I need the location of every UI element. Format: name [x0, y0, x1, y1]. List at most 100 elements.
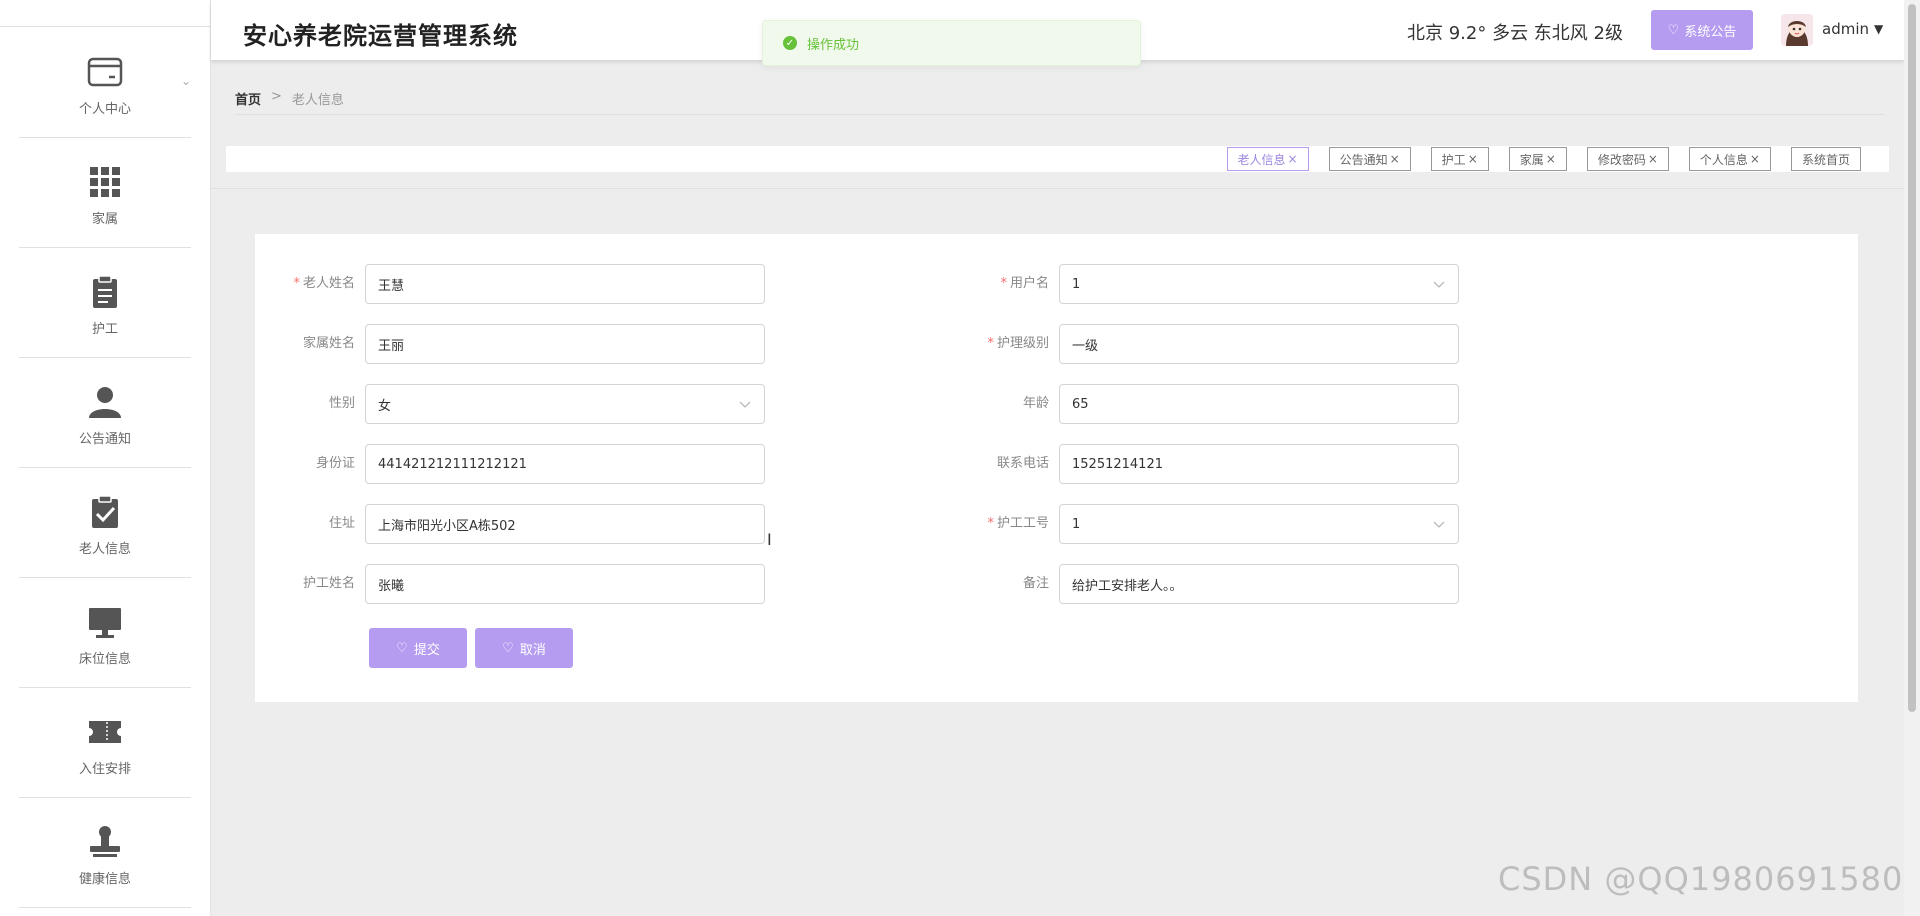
carer-id-value: 1	[1072, 516, 1081, 532]
tag-label: 个人信息	[1699, 152, 1748, 167]
system-notice-button[interactable]: ♡ 系统公告	[1651, 10, 1753, 50]
success-toast: ✓ 操作成功	[762, 20, 1141, 66]
family-name-input[interactable]: 王丽	[365, 324, 765, 364]
user-icon	[19, 384, 191, 420]
clipboard-icon	[19, 274, 191, 310]
chevron-down-icon[interactable]: ⌄	[181, 74, 191, 88]
sidebar-item-label: 老人信息	[78, 542, 131, 557]
divider	[19, 907, 191, 908]
id-card-input[interactable]: 441421212111212121	[365, 444, 765, 484]
care-level-input[interactable]: 一级	[1059, 324, 1459, 364]
sidebar-item-label: 护工	[91, 322, 118, 337]
card-icon	[19, 54, 191, 90]
sidebar: 个人中心 ⌄ 家属 护工 公告通知 老人信息 床位信息 入住安排 健康信息	[0, 0, 211, 916]
system-notice-label: 系统公告	[1684, 24, 1737, 40]
form-row-carer-name: 护工姓名 张曦	[255, 564, 875, 604]
form-row-username: * 用户名 1	[949, 264, 1569, 304]
close-icon[interactable]: ×	[1288, 152, 1298, 166]
sidebar-top-divider	[0, 26, 211, 27]
sidebar-item-checkin[interactable]: 入住安排	[19, 688, 191, 798]
sidebar-item-personal-center[interactable]: 个人中心 ⌄	[19, 28, 191, 138]
cancel-label: 取消	[519, 642, 546, 658]
close-icon[interactable]: ×	[1750, 152, 1760, 166]
sidebar-item-health-info[interactable]: 健康信息	[19, 798, 191, 908]
form-row-remark: 备注 给护工安排老人。。	[949, 564, 1569, 604]
form-row-address: 住址 上海市阳光小区A栋502	[255, 504, 875, 544]
required-mark: *	[987, 516, 994, 531]
sidebar-item-label: 入住安排	[78, 762, 131, 777]
avatar[interactable]	[1781, 14, 1813, 46]
care-level-label: * 护理级别	[987, 336, 1049, 351]
chevron-down-icon	[1433, 521, 1445, 528]
heart-icon: ♡	[502, 640, 514, 656]
text-cursor-icon: I	[767, 530, 772, 549]
submit-label: 提交	[413, 642, 440, 658]
app-title: 安心养老院运营管理系统	[243, 22, 518, 50]
chevron-down-icon	[739, 401, 751, 408]
close-icon[interactable]: ×	[1648, 152, 1658, 166]
close-icon[interactable]: ×	[1468, 152, 1478, 166]
tags-view-bar: 老人信息 × 公告通知 × 护工 × 家属 × 修改密码 × 个人信息 × 系统首页	[226, 146, 1889, 172]
username-select[interactable]: 1	[1059, 264, 1459, 304]
elder-info-form: * 老人姓名 王慧 家属姓名 王丽 性别 女 身份证 44142121211121…	[255, 234, 1858, 702]
form-row-id-card: 身份证 441421212111212121	[255, 444, 875, 484]
sidebar-item-family[interactable]: 家属	[19, 138, 191, 248]
carer-id-select[interactable]: 1	[1059, 504, 1459, 544]
family-name-label: 家属姓名	[302, 336, 355, 351]
tag-label: 家属	[1519, 152, 1544, 167]
elder-name-input[interactable]: 王慧	[365, 264, 765, 304]
close-icon[interactable]: ×	[1390, 152, 1400, 166]
breadcrumb-current: 老人信息	[291, 93, 344, 108]
toast-message: 操作成功	[807, 37, 860, 53]
tag-elder-info[interactable]: 老人信息 ×	[1226, 147, 1309, 171]
tag-home[interactable]: 系统首页	[1790, 147, 1861, 171]
chevron-down-icon	[1433, 281, 1445, 288]
carer-name-input[interactable]: 张曦	[365, 564, 765, 604]
page-scrollbar[interactable]	[1904, 0, 1920, 916]
check-circle-icon: ✓	[783, 36, 797, 50]
phone-input[interactable]: 15251214121	[1059, 444, 1459, 484]
close-icon[interactable]: ×	[1546, 152, 1556, 166]
breadcrumb: 首页 > 老人信息	[235, 89, 344, 108]
sidebar-item-carer[interactable]: 护工	[19, 248, 191, 358]
address-label: 住址	[328, 516, 355, 531]
submit-button[interactable]: ♡ 提交	[369, 628, 467, 668]
tag-label: 公告通知	[1339, 152, 1388, 167]
tag-family[interactable]: 家属 ×	[1508, 147, 1567, 171]
form-row-age: 年龄 65	[949, 384, 1569, 424]
carer-id-label: * 护工工号	[987, 516, 1049, 531]
tag-notice[interactable]: 公告通知 ×	[1328, 147, 1411, 171]
age-label: 年龄	[1022, 396, 1049, 411]
id-card-label: 身份证	[315, 456, 355, 471]
weather-info: 北京 9.2° 多云 东北风 2级	[1407, 23, 1623, 44]
form-row-phone: 联系电话 15251214121	[949, 444, 1569, 484]
sidebar-item-elder-info[interactable]: 老人信息	[19, 468, 191, 578]
caret-down-icon[interactable]: ▼	[1874, 22, 1883, 36]
gender-select[interactable]: 女	[365, 384, 765, 424]
tag-label: 护工	[1441, 152, 1466, 167]
sidebar-item-notice[interactable]: 公告通知	[19, 358, 191, 468]
remark-input[interactable]: 给护工安排老人。。	[1059, 564, 1459, 604]
form-row-carer-id: * 护工工号 1	[949, 504, 1569, 544]
username[interactable]: admin	[1822, 20, 1869, 38]
sidebar-item-bed-info[interactable]: 床位信息	[19, 578, 191, 688]
tag-change-password[interactable]: 修改密码 ×	[1586, 147, 1669, 171]
breadcrumb-home[interactable]: 首页	[235, 89, 261, 108]
scrollbar-thumb[interactable]	[1908, 4, 1916, 712]
sidebar-item-label: 公告通知	[78, 432, 131, 447]
tag-personal-info[interactable]: 个人信息 ×	[1688, 147, 1771, 171]
age-input[interactable]: 65	[1059, 384, 1459, 424]
required-mark: *	[987, 336, 994, 351]
form-row-elder-name: * 老人姓名 王慧	[255, 264, 875, 304]
elder-name-label: * 老人姓名	[293, 276, 355, 291]
form-row-family-name: 家属姓名 王丽	[255, 324, 875, 364]
sidebar-item-label: 个人中心	[78, 102, 131, 117]
cancel-button[interactable]: ♡ 取消	[475, 628, 573, 668]
address-input[interactable]: 上海市阳光小区A栋502	[365, 504, 765, 544]
required-mark: *	[293, 276, 300, 291]
form-row-gender: 性别 女	[255, 384, 875, 424]
form-row-care-level: * 护理级别 一级	[949, 324, 1569, 364]
required-mark: *	[1000, 276, 1007, 291]
gender-value: 女	[378, 398, 392, 414]
tag-carer[interactable]: 护工 ×	[1430, 147, 1489, 171]
